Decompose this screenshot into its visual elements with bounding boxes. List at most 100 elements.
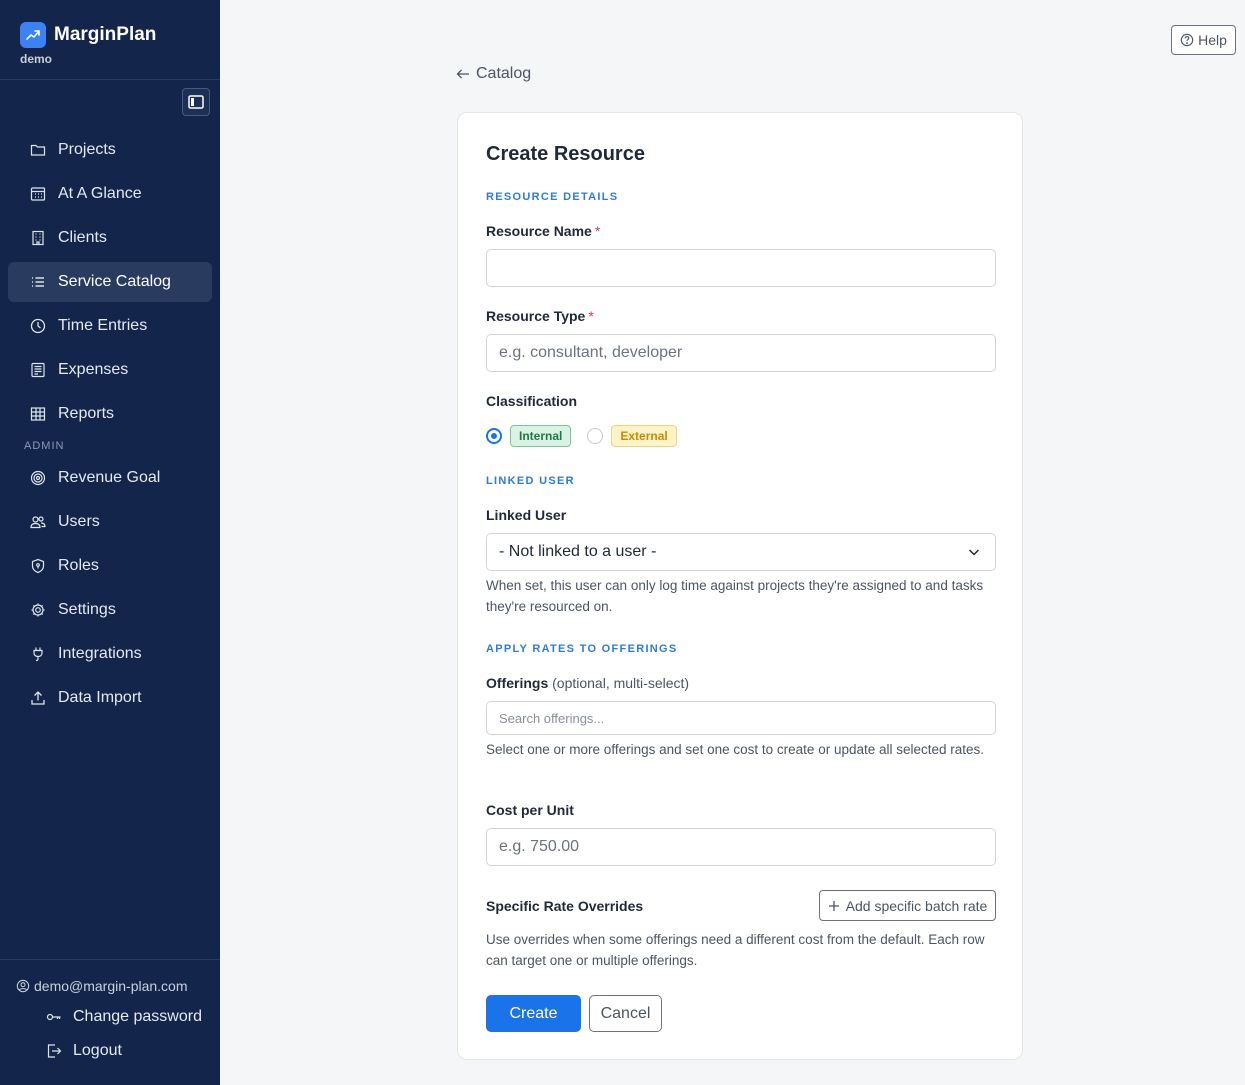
resource-name-label: Resource Name * (486, 223, 600, 239)
resource-type-input[interactable] (486, 334, 996, 372)
receipt-icon (31, 362, 45, 378)
sidebar-item-service-catalog[interactable]: Service Catalog (8, 262, 212, 302)
back-to-catalog-link[interactable]: Catalog (456, 65, 531, 83)
calendar-grid-icon (30, 187, 46, 201)
sidebar-item-users[interactable]: Users (8, 502, 212, 542)
arrow-left-icon (456, 69, 469, 79)
account-email-text: demo@margin-plan.com (34, 978, 188, 994)
sidebar-item-label: Data Import (58, 689, 142, 706)
chevron-down-icon (968, 549, 980, 556)
sidebar-item-label: Expenses (58, 361, 129, 378)
sidebar-item-revenue-goal[interactable]: Revenue Goal (8, 458, 212, 498)
sidebar-item-at-a-glance[interactable]: At A Glance (8, 174, 212, 214)
add-batch-rate-label: Add specific batch rate (845, 897, 988, 914)
sidebar-item-label: Time Entries (58, 317, 148, 334)
sidebar: MarginPlan demo Projects At A Glance Cli… (0, 0, 220, 1085)
badge-external[interactable]: External (611, 425, 677, 447)
panel-toggle-icon (188, 95, 204, 109)
linked-user-select[interactable]: - Not linked to a user - (486, 533, 996, 571)
clock-icon (30, 318, 46, 334)
sidebar-item-data-import[interactable]: Data Import (8, 678, 212, 718)
badge-internal[interactable]: Internal (510, 425, 572, 447)
question-circle-icon (1180, 33, 1194, 47)
cost-per-unit-label: Cost per Unit (486, 802, 574, 818)
target-icon (30, 470, 46, 486)
rate-overrides-label: Specific Rate Overrides (486, 898, 644, 914)
logout-link[interactable]: Logout (46, 1042, 122, 1060)
required-marker: * (588, 308, 594, 324)
radio-external[interactable] (587, 428, 604, 444)
sidebar-item-time-entries[interactable]: Time Entries (8, 306, 212, 346)
gear-icon (31, 603, 45, 617)
classification-label: Classification (486, 393, 578, 409)
sidebar-divider (0, 959, 220, 960)
sidebar-item-label: Clients (58, 229, 107, 246)
offerings-label-text: Offerings (486, 675, 549, 691)
offerings-label: Offerings (optional, multi-select) (486, 675, 689, 691)
resource-name-input[interactable] (486, 249, 996, 287)
folder-icon (30, 144, 46, 156)
page-title: Create Resource (486, 143, 645, 165)
sidebar-item-label: Reports (58, 405, 115, 422)
add-batch-rate-button[interactable]: Add specific batch rate (819, 890, 996, 921)
sidebar-item-label: Projects (58, 141, 116, 158)
help-label: Help (1198, 32, 1227, 48)
create-resource-card: Create Resource RESOURCE DETAILS Resourc… (457, 112, 1023, 1060)
linked-user-label: Linked User (486, 507, 567, 523)
chart-trend-icon (20, 22, 46, 48)
users-icon (30, 516, 46, 529)
table-icon (30, 407, 46, 421)
sidebar-item-label: Roles (58, 557, 99, 574)
section-resource-details: RESOURCE DETAILS (486, 191, 619, 203)
admin-section-label: ADMIN (24, 440, 65, 452)
sidebar-collapse-button[interactable] (182, 88, 210, 116)
rate-overrides-help: Use overrides when some offerings need a… (486, 932, 985, 968)
cancel-button[interactable]: Cancel (589, 995, 662, 1032)
workspace-name: demo (20, 52, 53, 66)
key-icon (46, 1013, 61, 1021)
sidebar-nav: Projects At A Glance Clients Service Cat… (8, 130, 212, 722)
search-offerings-input[interactable] (486, 701, 996, 735)
sidebar-item-settings[interactable]: Settings (8, 590, 212, 630)
sidebar-item-label: Revenue Goal (58, 469, 161, 486)
shield-icon (31, 558, 45, 574)
sidebar-item-integrations[interactable]: Integrations (8, 634, 212, 674)
app-name: MarginPlan (54, 24, 157, 45)
resource-name-label-text: Resource Name (486, 223, 592, 239)
section-linked-user: LINKED USER (486, 475, 575, 487)
sidebar-item-clients[interactable]: Clients (8, 218, 212, 258)
required-marker: * (594, 223, 601, 239)
classification-radio-group: Internal External (486, 425, 677, 447)
sidebar-item-label: Settings (58, 601, 116, 618)
linked-user-value: - Not linked to a user - (499, 543, 657, 560)
brand[interactable]: MarginPlan (20, 22, 156, 48)
sidebar-item-label: At A Glance (58, 185, 142, 202)
sidebar-item-reports[interactable]: Reports (8, 394, 212, 434)
plug-icon (33, 647, 43, 662)
cost-per-unit-input[interactable] (486, 828, 996, 866)
sidebar-item-label: Users (58, 513, 100, 530)
upload-icon (31, 691, 45, 705)
change-password-link[interactable]: Change password (46, 1008, 202, 1026)
list-icon (32, 277, 44, 287)
sidebar-item-expenses[interactable]: Expenses (8, 350, 212, 390)
account-email: demo@margin-plan.com (16, 978, 188, 994)
help-button[interactable]: Help (1171, 25, 1236, 55)
section-apply-rates: APPLY RATES TO OFFERINGS (486, 643, 678, 655)
sidebar-item-label: Integrations (58, 645, 142, 662)
user-circle-icon (16, 979, 30, 993)
resource-type-label: Resource Type * (486, 308, 594, 324)
offerings-help: Select one or more offerings and set one… (486, 742, 985, 757)
offerings-hint: (optional, multi-select) (552, 675, 690, 691)
resource-type-label-text: Resource Type (486, 308, 586, 324)
plus-icon (828, 900, 839, 911)
sidebar-divider (0, 79, 220, 80)
logout-label: Logout (73, 1042, 122, 1059)
building-icon (32, 230, 44, 246)
radio-internal[interactable] (486, 428, 502, 444)
logout-icon (47, 1044, 62, 1058)
sidebar-item-roles[interactable]: Roles (8, 546, 212, 586)
sidebar-item-projects[interactable]: Projects (8, 130, 212, 170)
create-button[interactable]: Create (486, 995, 581, 1032)
sidebar-item-label: Service Catalog (58, 273, 171, 290)
